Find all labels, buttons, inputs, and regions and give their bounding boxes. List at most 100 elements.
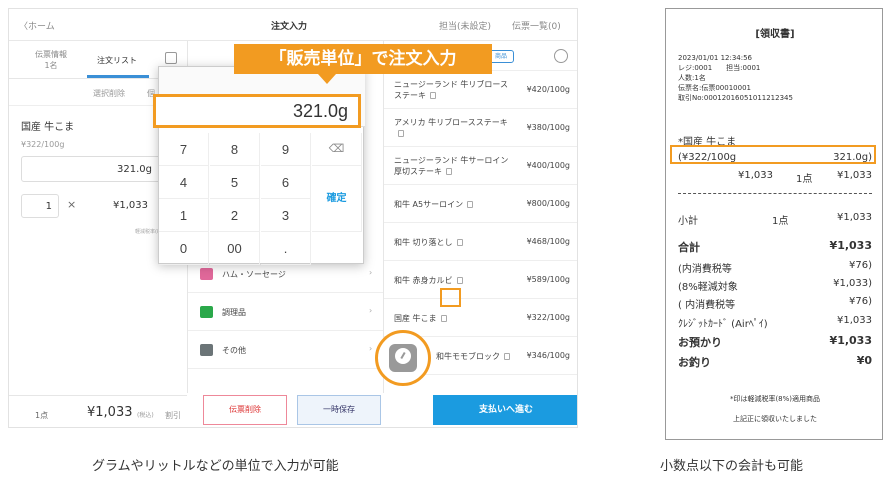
key-1[interactable]: 1 (159, 199, 209, 232)
chevron-right-icon: › (369, 306, 373, 315)
product-item[interactable]: 和牛 A5サーロイン ¥800/100g (384, 185, 577, 223)
order-item-unit-price: ¥322/100g (21, 140, 65, 149)
order-line-price: ¥1,033 (113, 200, 148, 211)
receipt-line-price: ¥1,033 (738, 170, 773, 181)
smile-icon[interactable] (554, 49, 568, 63)
info-icon (440, 315, 447, 322)
multiply-sign: × (67, 198, 77, 211)
receipt-change: お釣り ¥0 (678, 354, 872, 370)
screen-title: 注文入力 (271, 22, 308, 32)
keypad-popup: 321.0g 7 8 9 ⌫ 4 5 6 1 2 3 確定 0 00 . (153, 66, 365, 265)
receipt-register: レジ:0001 担当:0001 (678, 64, 761, 72)
category-item[interactable]: 調理品 › (188, 293, 384, 331)
key-decimal[interactable]: . (261, 232, 311, 265)
staff-selector[interactable]: 担当(未設定) (439, 19, 491, 32)
receipt-deposit: お預かり ¥1,033 (678, 334, 872, 350)
receipt-people: 人数:1名 (678, 74, 706, 82)
product-name: 国産 牛こま (394, 314, 437, 323)
key-3[interactable]: 3 (261, 199, 311, 232)
proceed-to-payment-button[interactable]: 支払いへ進む (433, 395, 577, 425)
caption-right: 小数点以下の会計も可能 (660, 459, 804, 474)
total-label: 合計 (678, 241, 700, 254)
product-price: ¥380/100g (526, 123, 570, 132)
key-8[interactable]: 8 (210, 133, 260, 166)
receipt-divider (678, 193, 872, 194)
subtotal-label: 小計 (678, 216, 698, 227)
tax-label: (内消費税等 (678, 264, 732, 275)
count-input[interactable]: 1 (21, 194, 59, 218)
discount-button[interactable]: 割引 (165, 410, 181, 421)
backspace-icon[interactable]: ⌫ (312, 133, 362, 166)
product-price: ¥589/100g (526, 275, 570, 284)
product-price: ¥322/100g (526, 313, 570, 322)
tax-included-label: (税込) (137, 412, 154, 419)
select-delete-button[interactable]: 選択削除 (93, 88, 125, 99)
chevron-right-icon: › (369, 344, 373, 353)
tab-slip-info[interactable]: 伝票情報 1名 (29, 49, 73, 71)
info-icon (398, 130, 404, 137)
product-name: 和牛 切り落とし (394, 238, 453, 247)
info-icon (456, 239, 463, 246)
key-2[interactable]: 2 (210, 199, 260, 232)
reduced-value: ¥1,033) (833, 278, 872, 289)
receipt-datetime: 2023/01/01 12:34:56 (678, 54, 753, 62)
key-7[interactable]: 7 (159, 133, 209, 166)
receipt-received: 上記正に領収いたしました (733, 415, 817, 423)
info-icon (467, 201, 474, 208)
receipt-card: ｸﾚｼﾞｯﾄｶｰﾄﾞ (Airﾍﾟｲ) ¥1,033 (678, 315, 872, 330)
confirm-button[interactable]: 確定 (312, 166, 362, 232)
receipt: [領収書] 2023/01/01 12:34:56 レジ:0001 担当:000… (665, 8, 883, 440)
category-color-swatch (200, 344, 213, 356)
delete-slip-button[interactable]: 伝票削除 (203, 395, 287, 425)
slip-list-link[interactable]: 伝票一覧(0) (512, 19, 561, 32)
receipt-title: [領収書] (755, 29, 795, 40)
change-value: ¥0 (856, 354, 872, 367)
tab-order-list[interactable]: 注文リスト (97, 55, 137, 66)
product-price: ¥420/100g (526, 85, 570, 94)
card-value: ¥1,033 (837, 315, 872, 326)
caption-left: グラムやリットルなどの単位で入力が可能 (92, 459, 339, 474)
receipt-icon[interactable] (165, 52, 177, 64)
product-item[interactable]: ニュージーランド 牛サーロイン厚切ステーキ ¥400/100g (384, 147, 577, 185)
category-label: ハム・ソーセージ (222, 270, 286, 279)
product-item[interactable]: 和牛 切り落とし ¥468/100g (384, 223, 577, 261)
order-summary-footer: 1点 ¥1,033 (税込) 割引 (9, 395, 187, 427)
receipt-slip-name: 伝票名:伝票00010001 (678, 84, 751, 92)
key-9[interactable]: 9 (261, 133, 311, 166)
callout-banner: 「販売単位」で注文入力 (234, 44, 492, 74)
key-6[interactable]: 6 (261, 166, 311, 199)
receipt-subtotal: 小計 1点 ¥1,033 (678, 212, 872, 227)
subtotal-count: 1点 (772, 216, 789, 227)
key-00[interactable]: 00 (210, 232, 260, 265)
product-price: ¥468/100g (526, 237, 570, 246)
deposit-label: お預かり (678, 336, 722, 349)
product-item[interactable]: 和牛 赤身カルビ ¥589/100g (384, 261, 577, 299)
key-5[interactable]: 5 (210, 166, 260, 199)
subtotal-value: ¥1,033 (837, 212, 872, 223)
product-price: ¥400/100g (526, 161, 570, 170)
callout-tail (318, 74, 336, 84)
reduced-label: (8%軽減対象 (678, 282, 738, 293)
tab-slip-info-label: 伝票情報 (35, 50, 67, 59)
receipt-line-count: 1点 (796, 174, 813, 185)
product-item[interactable]: ニュージーランド 牛リブロースステーキ ¥420/100g (384, 71, 577, 109)
receipt-line-total: ¥1,033 (837, 170, 872, 181)
order-total: ¥1,033 (87, 405, 133, 420)
top-bar: 〈ホーム 注文入力 担当(未設定) 伝票一覧(0) (9, 9, 577, 41)
quantity-input[interactable]: 321.0g (21, 156, 161, 182)
receipt-reduced-tax: ( 内消費税等 ¥76) (678, 296, 872, 311)
receipt-reduced: (8%軽減対象 ¥1,033) (678, 278, 872, 293)
order-count: 1点 (35, 411, 49, 420)
back-home-link[interactable]: 〈ホーム (19, 19, 55, 32)
product-item[interactable]: アメリカ 牛リブロースステーキ ¥380/100g (384, 109, 577, 147)
receipt-note: *印は軽減税率(8%)適用商品 (729, 395, 821, 403)
product-name: 和牛 赤身カルビ (394, 276, 453, 285)
key-4[interactable]: 4 (159, 166, 209, 199)
info-icon (504, 353, 510, 360)
key-0[interactable]: 0 (159, 232, 209, 265)
category-label: その他 (222, 346, 246, 355)
product-price: ¥346/100g (526, 351, 570, 360)
product-name: ニュージーランド 牛リブロースステーキ (394, 80, 508, 100)
hold-button[interactable]: 一時保存 (297, 395, 381, 425)
category-item[interactable]: その他 › (188, 331, 384, 369)
